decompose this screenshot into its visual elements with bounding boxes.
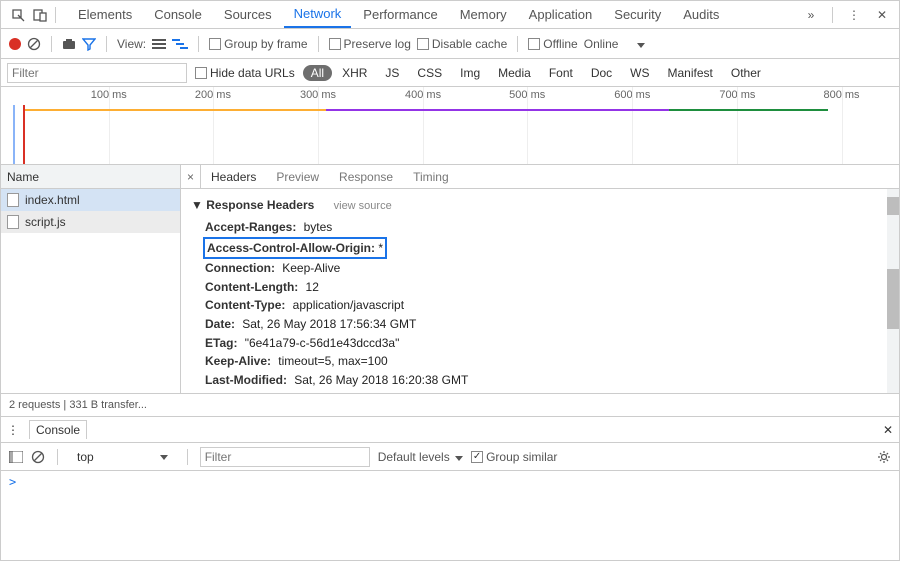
response-header-row: Connection: Keep-Alive	[191, 259, 889, 278]
tab-elements[interactable]: Elements	[68, 1, 142, 28]
close-devtools-icon[interactable]: ✕	[871, 4, 893, 26]
tab-security[interactable]: Security	[604, 1, 671, 28]
section-caret-icon: ▼	[191, 198, 203, 212]
timeline-marker	[13, 105, 15, 164]
context-selector[interactable]: top	[70, 448, 175, 466]
console-prompt-icon: >	[9, 475, 16, 489]
close-detail-pane-icon[interactable]: ×	[181, 165, 201, 188]
filter-type-media[interactable]: Media	[490, 65, 539, 81]
more-tabs-icon[interactable]: »	[800, 4, 822, 26]
filter-type-doc[interactable]: Doc	[583, 65, 620, 81]
tab-memory[interactable]: Memory	[450, 1, 517, 28]
disable-cache-checkbox[interactable]: Disable cache	[417, 37, 507, 51]
console-body[interactable]: >	[1, 471, 899, 493]
preserve-log-checkbox[interactable]: Preserve log	[329, 37, 411, 51]
filter-type-img[interactable]: Img	[452, 65, 488, 81]
drawer-menu-icon[interactable]: ⋮	[7, 423, 19, 437]
clear-console-icon[interactable]	[31, 450, 45, 464]
timeline-overview[interactable]: 100 ms200 ms300 ms400 ms500 ms600 ms700 …	[1, 87, 899, 165]
detail-tab-response[interactable]: Response	[329, 165, 403, 188]
filter-type-all[interactable]: All	[303, 65, 332, 81]
clear-button[interactable]	[27, 37, 41, 51]
response-header-row: Access-Control-Allow-Origin: *	[191, 237, 889, 260]
console-filter-input[interactable]	[200, 447, 370, 467]
request-row[interactable]: index.html	[1, 189, 180, 211]
hide-data-urls-checkbox[interactable]: Hide data URLs	[195, 66, 295, 80]
response-header-row: Accept-Ranges: bytes	[191, 218, 889, 237]
offline-checkbox[interactable]: Offline	[528, 37, 577, 51]
response-header-row: Keep-Alive: timeout=5, max=100	[191, 352, 889, 371]
timeline-segment	[669, 109, 828, 111]
response-header-row: Content-Type: application/javascript	[191, 296, 889, 315]
close-drawer-icon[interactable]: ✕	[883, 423, 893, 437]
response-header-row: Last-Modified: Sat, 26 May 2018 16:20:38…	[191, 371, 889, 390]
view-source-link[interactable]: view source	[334, 200, 392, 212]
name-column-header[interactable]: Name	[1, 165, 180, 189]
tab-application[interactable]: Application	[519, 1, 603, 28]
tab-network[interactable]: Network	[284, 1, 352, 28]
throttling-select[interactable]: Online	[584, 37, 645, 51]
panel-tabs: ElementsConsoleSourcesNetworkPerformance…	[68, 1, 800, 28]
log-levels-select[interactable]: Default levels	[378, 450, 463, 464]
capture-screenshots-icon[interactable]	[62, 38, 76, 50]
detail-tab-timing[interactable]: Timing	[403, 165, 459, 188]
console-sidebar-toggle-icon[interactable]	[9, 451, 23, 463]
record-button[interactable]	[9, 38, 21, 50]
filter-type-ws[interactable]: WS	[622, 65, 657, 81]
filter-type-css[interactable]: CSS	[409, 65, 450, 81]
detail-tab-headers[interactable]: Headers	[201, 165, 266, 188]
response-header-row: Content-Length: 12	[191, 278, 889, 297]
console-settings-icon[interactable]	[877, 450, 891, 464]
waterfall-view-icon[interactable]	[172, 38, 188, 50]
detail-tab-preview[interactable]: Preview	[266, 165, 329, 188]
filter-type-xhr[interactable]: XHR	[334, 65, 375, 81]
request-name: script.js	[25, 215, 66, 229]
filter-type-font[interactable]: Font	[541, 65, 581, 81]
timeline-segment	[25, 109, 326, 111]
response-header-row: Date: Sat, 26 May 2018 17:56:34 GMT	[191, 315, 889, 334]
request-row[interactable]: script.js	[1, 211, 180, 233]
headers-panel: ▼ Response Headers view source Accept-Ra…	[181, 189, 899, 393]
filter-type-manifest[interactable]: Manifest	[660, 65, 721, 81]
inspect-icon[interactable]	[7, 4, 29, 26]
large-rows-icon[interactable]	[152, 38, 166, 50]
drawer-tab-console[interactable]: Console	[29, 420, 87, 439]
response-header-row: ETag: "6e41a79-c-56d1e43dccd3a"	[191, 334, 889, 353]
file-icon	[7, 193, 19, 207]
response-header-row: Server: Apache	[191, 389, 889, 393]
response-headers-section[interactable]: ▼ Response Headers view source	[191, 193, 889, 218]
tab-console[interactable]: Console	[144, 1, 212, 28]
status-bar: 2 requests | 331 B transfer...	[1, 393, 899, 417]
request-name: index.html	[25, 193, 80, 207]
scrollbar[interactable]	[887, 189, 899, 393]
device-toggle-icon[interactable]	[29, 4, 51, 26]
tab-performance[interactable]: Performance	[353, 1, 447, 28]
filter-type-js[interactable]: JS	[377, 65, 407, 81]
network-filter-input[interactable]	[7, 63, 187, 83]
filter-type-other[interactable]: Other	[723, 65, 769, 81]
view-label: View:	[117, 37, 146, 51]
timeline-segment	[326, 109, 669, 111]
timeline-marker	[23, 105, 25, 164]
tab-sources[interactable]: Sources	[214, 1, 282, 28]
kebab-menu-icon[interactable]: ⋮	[843, 4, 865, 26]
filter-toggle-icon[interactable]	[82, 37, 96, 51]
group-similar-checkbox[interactable]: Group similar	[471, 450, 557, 464]
tab-audits[interactable]: Audits	[673, 1, 729, 28]
group-by-frame-checkbox[interactable]: Group by frame	[209, 37, 307, 51]
file-icon	[7, 215, 19, 229]
